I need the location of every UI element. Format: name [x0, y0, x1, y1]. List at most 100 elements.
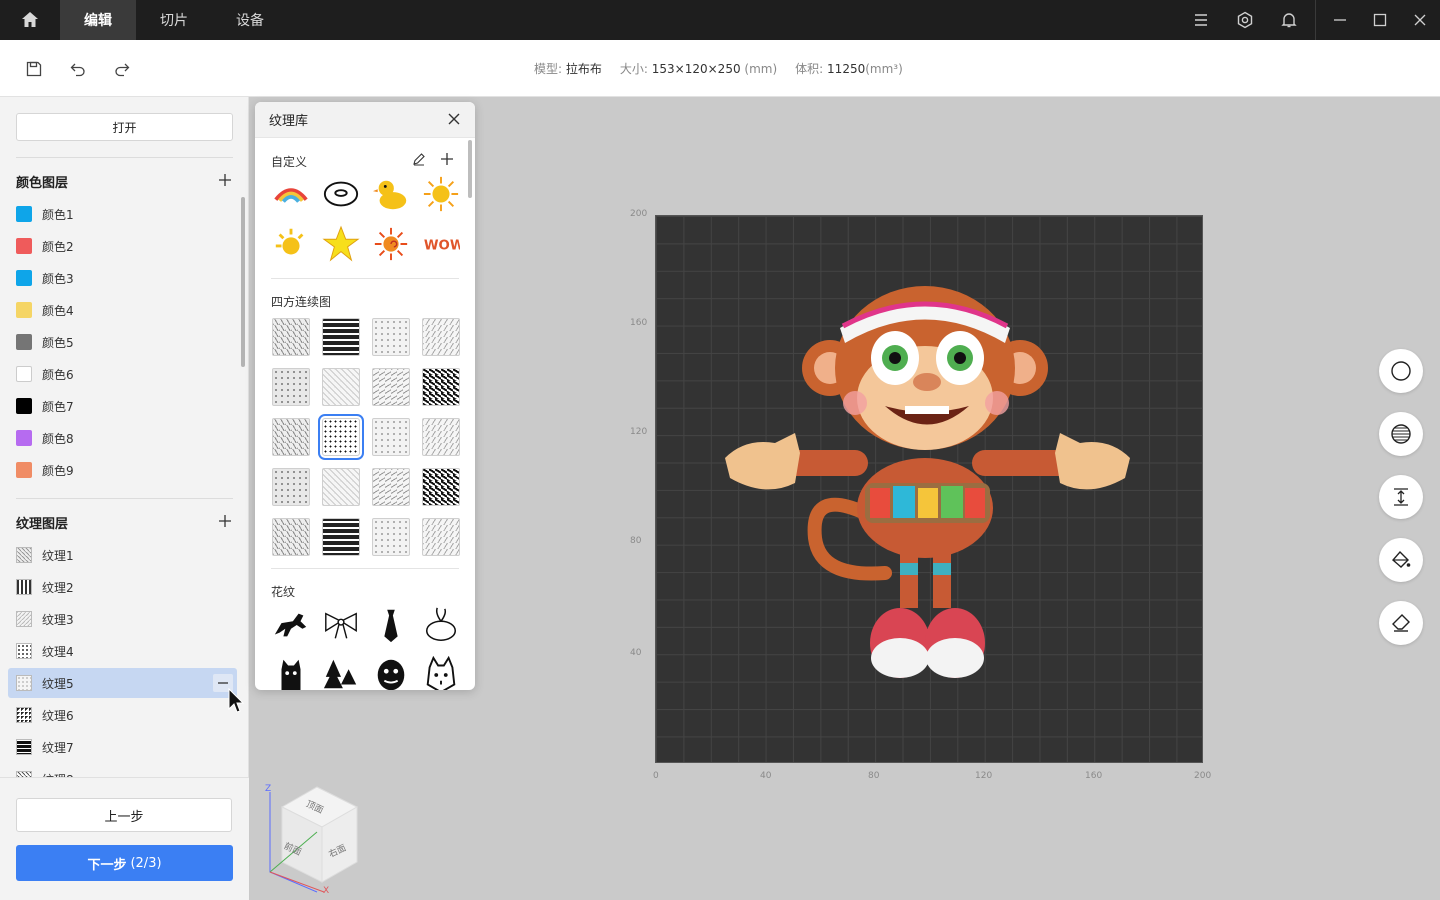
previous-step-button[interactable]: 上一步 — [16, 798, 232, 832]
custom-texture-item[interactable] — [271, 176, 311, 216]
texture-library-scrollbar[interactable] — [468, 140, 472, 198]
seamless-pattern-item[interactable] — [371, 317, 411, 357]
texture-layer-item[interactable]: 纹理5 — [8, 668, 237, 698]
seamless-pattern-item[interactable] — [271, 417, 311, 457]
save-button[interactable] — [22, 57, 46, 81]
edit-custom-button[interactable] — [412, 152, 428, 168]
axis-z-label: Z — [265, 784, 272, 794]
pattern-thumbnail — [422, 468, 460, 506]
layers-panel: 打开 颜色图层 颜色1 颜色2 颜色3 颜色4 颜色5 颜色6 颜色7 颜色8 颜色9 纹理图层… — [0, 97, 249, 900]
view-cube[interactable]: 顶面 前面 右面 Z X — [262, 782, 372, 897]
undo-button[interactable] — [66, 57, 90, 81]
eraser-button[interactable] — [1379, 601, 1423, 645]
layers-scrollbar[interactable] — [241, 197, 245, 367]
seamless-pattern-item[interactable] — [371, 517, 411, 557]
flower-pattern-item[interactable] — [271, 607, 311, 647]
size-value: 153×120×250 — [651, 62, 741, 76]
home-icon — [22, 12, 38, 27]
texture-layer-item[interactable]: 纹理3 — [8, 604, 237, 634]
home-button[interactable] — [0, 0, 60, 40]
horse-icon — [272, 606, 310, 648]
flower-pattern-item[interactable] — [321, 607, 361, 647]
custom-texture-item[interactable] — [321, 176, 361, 216]
texture-layer-item[interactable]: 纹理1 — [8, 540, 237, 570]
redo-button[interactable] — [110, 57, 134, 81]
seamless-pattern-item[interactable] — [321, 517, 361, 557]
seamless-pattern-item[interactable] — [318, 414, 364, 460]
texture-library-header: 纹理库 — [255, 102, 475, 138]
y-axis-tick-label: 120 — [630, 427, 648, 437]
seamless-pattern-item[interactable] — [421, 467, 461, 507]
notification-button[interactable] — [1267, 0, 1311, 40]
redo-icon — [115, 63, 130, 77]
custom-texture-item[interactable] — [421, 176, 461, 216]
flower-pattern-item[interactable] — [421, 607, 461, 647]
texture-library-panel: 纹理库 自定义 四方连续图 花纹 WOW — [255, 102, 475, 690]
minimize-button[interactable] — [1320, 0, 1360, 40]
flower-pattern-item[interactable] — [371, 657, 411, 690]
texture-thumbnail — [16, 547, 32, 563]
seamless-pattern-item[interactable] — [371, 467, 411, 507]
seamless-pattern-item[interactable] — [421, 367, 461, 407]
menu-button[interactable] — [1179, 0, 1223, 40]
y-axis-tick-label: 40 — [630, 648, 642, 658]
add-custom-button[interactable] — [440, 152, 456, 168]
seamless-pattern-item[interactable] — [271, 467, 311, 507]
sun-icon — [422, 175, 460, 217]
texture-layer-item[interactable]: 纹理6 — [8, 700, 237, 730]
close-texture-library-button[interactable] — [447, 112, 463, 128]
menu-icon — [1195, 14, 1207, 26]
texture-layer-item[interactable]: 纹理7 — [8, 732, 237, 762]
texture-layer-item[interactable]: 纹理2 — [8, 572, 237, 602]
seamless-pattern-item[interactable] — [271, 367, 311, 407]
texture-view-button[interactable] — [1379, 412, 1423, 456]
x-axis-tick-label: 200 — [1194, 771, 1212, 781]
flower-pattern-item[interactable] — [271, 657, 311, 690]
step-footer: 上一步 下一步 (2/3) — [0, 777, 249, 900]
seamless-pattern-item[interactable] — [421, 417, 461, 457]
pattern-thumbnail — [322, 368, 360, 406]
seamless-pattern-item[interactable] — [371, 367, 411, 407]
seamless-pattern-item[interactable] — [321, 317, 361, 357]
flower-pattern-item[interactable] — [421, 655, 461, 690]
seamless-pattern-item[interactable] — [321, 467, 361, 507]
texture-layer-item[interactable]: 纹理8 — [8, 764, 237, 777]
gear-icon — [1237, 11, 1253, 29]
next-step-button[interactable]: 下一步 (2/3) — [16, 845, 233, 881]
custom-texture-item[interactable]: WOW — [421, 226, 465, 266]
flower-pattern-item[interactable] — [321, 657, 361, 690]
pattern-thumbnail — [272, 468, 310, 506]
maximize-button[interactable] — [1360, 0, 1400, 40]
sphere-view-button[interactable] — [1379, 349, 1423, 393]
pattern-thumbnail — [272, 318, 310, 356]
custom-texture-item[interactable] — [321, 225, 361, 266]
seamless-pattern-item[interactable] — [421, 517, 461, 557]
texture-thumbnail — [16, 611, 32, 627]
custom-texture-item[interactable] — [271, 226, 311, 266]
size-unit: (mm) — [744, 62, 778, 76]
seamless-pattern-item[interactable] — [271, 317, 311, 357]
monkey-model[interactable] — [715, 258, 1145, 688]
paint-bucket-button[interactable] — [1379, 538, 1423, 582]
texture-layer-item[interactable]: 纹理4 — [8, 636, 237, 666]
tab-edit[interactable]: 编辑 — [60, 0, 136, 40]
tab-device[interactable]: 设备 — [212, 0, 288, 40]
custom-texture-item[interactable] — [371, 226, 411, 266]
seamless-pattern-item[interactable] — [321, 367, 361, 407]
spiral-sun-icon — [372, 225, 410, 267]
texture-thumbnail — [16, 739, 32, 755]
seamless-pattern-item[interactable] — [421, 317, 461, 357]
settings-button[interactable] — [1223, 0, 1267, 40]
divider — [271, 278, 459, 279]
height-button[interactable] — [1379, 475, 1423, 519]
flower-pattern-item[interactable] — [371, 607, 411, 647]
tab-slice[interactable]: 切片 — [136, 0, 212, 40]
cat-icon — [272, 656, 310, 690]
custom-texture-item[interactable] — [371, 176, 411, 216]
seamless-pattern-item[interactable] — [371, 417, 411, 457]
pattern-thumbnail — [372, 368, 410, 406]
seamless-pattern-item[interactable] — [271, 517, 311, 557]
model-value: 拉布布 — [565, 62, 602, 76]
texture-layer-label: 纹理4 — [42, 644, 74, 659]
close-window-button[interactable] — [1400, 0, 1440, 40]
